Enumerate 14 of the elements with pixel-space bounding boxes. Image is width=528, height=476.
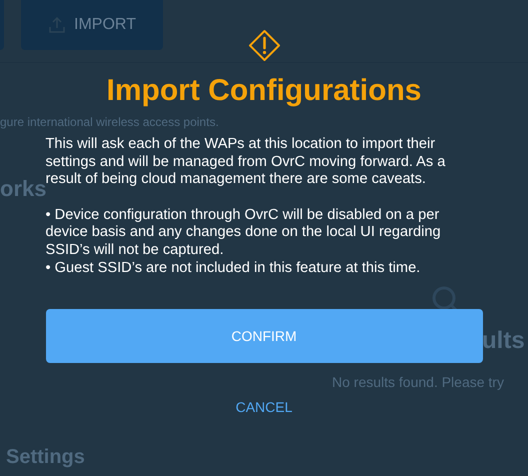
import-button[interactable]: IMPORT: [21, 0, 163, 50]
confirm-button[interactable]: CONFIRM: [46, 309, 482, 364]
warning-icon: [248, 29, 280, 62]
results-heading: ults: [482, 326, 525, 356]
upload-icon: [48, 16, 66, 34]
caveat-item: • Guest SSID’s are not included in this feature at this time.: [46, 260, 422, 278]
description-text: gure international wireless access points.: [0, 115, 219, 129]
caveat-item: • Device configuration through OvrC will be disabled on a per device basis and any changes done on the local UI regarding SSID’s will not be captured.: [46, 206, 442, 260]
settings-heading: Settings: [6, 446, 85, 468]
dialog-title: Import Configurations: [106, 74, 422, 108]
dialog-message: This will ask each of the WAPs at this location to import their settings and will be managed from OvrC moving forward. As a result of being cloud management there are some caveats.: [46, 136, 446, 190]
cancel-link[interactable]: CANCEL: [232, 397, 296, 418]
section-heading: orks: [0, 176, 46, 202]
no-results-message: No results found. Please try: [332, 374, 504, 390]
